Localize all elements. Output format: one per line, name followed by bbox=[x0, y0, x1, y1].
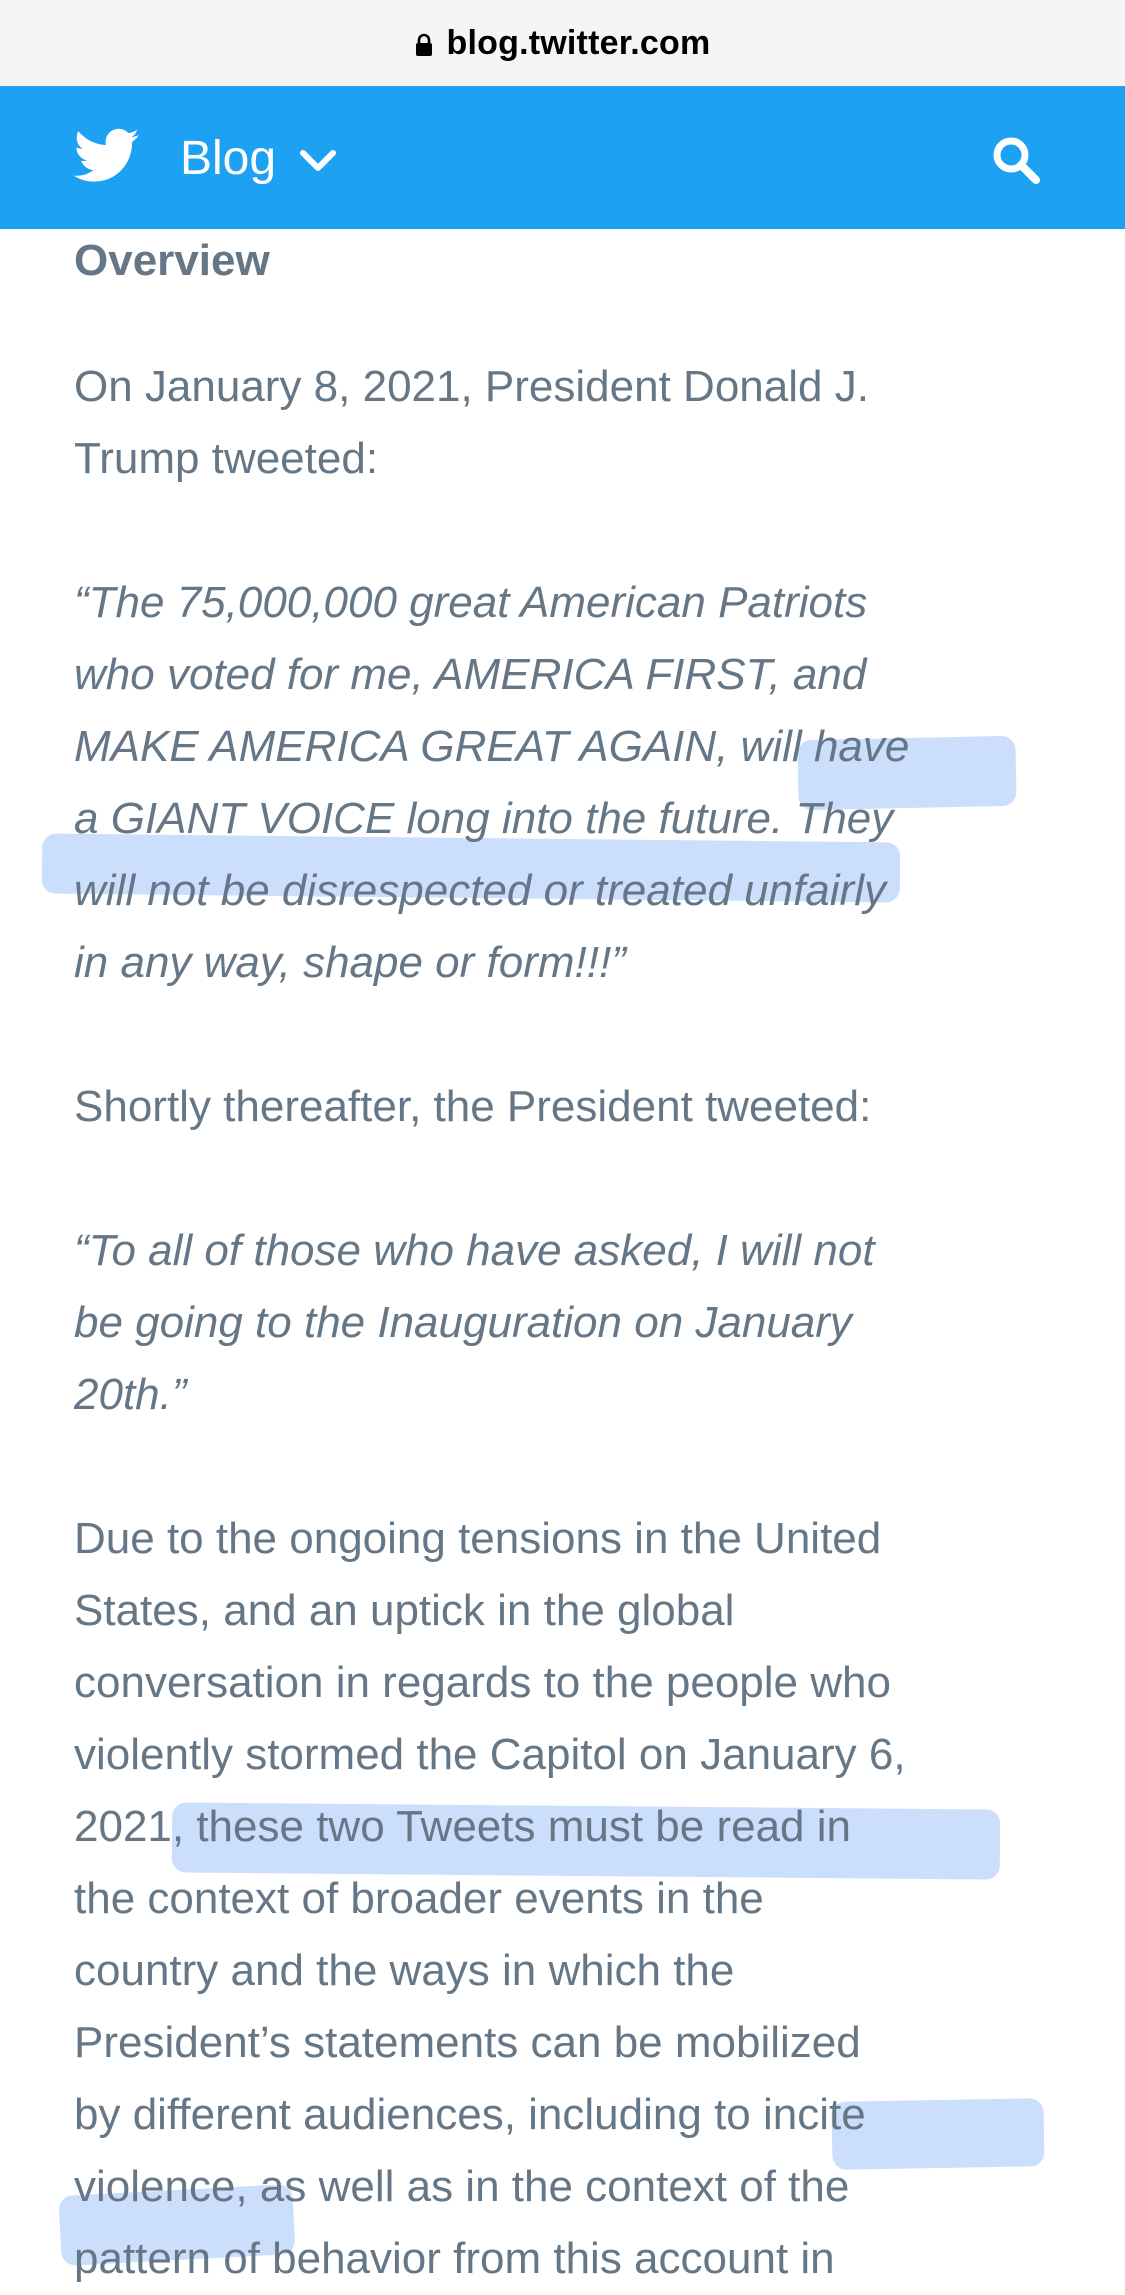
tweet-quote-1: “The 75,000,000 great American Patriots … bbox=[74, 578, 910, 987]
section-heading: Overview bbox=[74, 236, 270, 285]
paragraph-intro: On January 8, 2021, President Donald J. … bbox=[74, 362, 869, 483]
address-bar[interactable]: blog.twitter.com bbox=[0, 0, 1125, 87]
article-body: Overview On January 8, 2021, President D… bbox=[74, 229, 1064, 2295]
twitter-bird-icon[interactable] bbox=[74, 128, 140, 184]
tweet-quote-2: “To all of those who have asked, I will … bbox=[74, 1226, 875, 1419]
paragraph-followup: Shortly thereafter, the President tweete… bbox=[74, 1082, 872, 1131]
blog-menu-label: Blog bbox=[180, 131, 277, 185]
search-icon[interactable] bbox=[990, 134, 1042, 186]
chevron-down-icon bbox=[300, 150, 337, 171]
blog-header: Blog bbox=[0, 86, 1125, 229]
paragraph-context: Due to the ongoing tensions in the Unite… bbox=[74, 1514, 906, 2283]
blog-menu-button[interactable]: Blog bbox=[180, 128, 338, 188]
url-text: blog.twitter.com bbox=[446, 23, 711, 62]
lock-icon bbox=[415, 33, 432, 56]
